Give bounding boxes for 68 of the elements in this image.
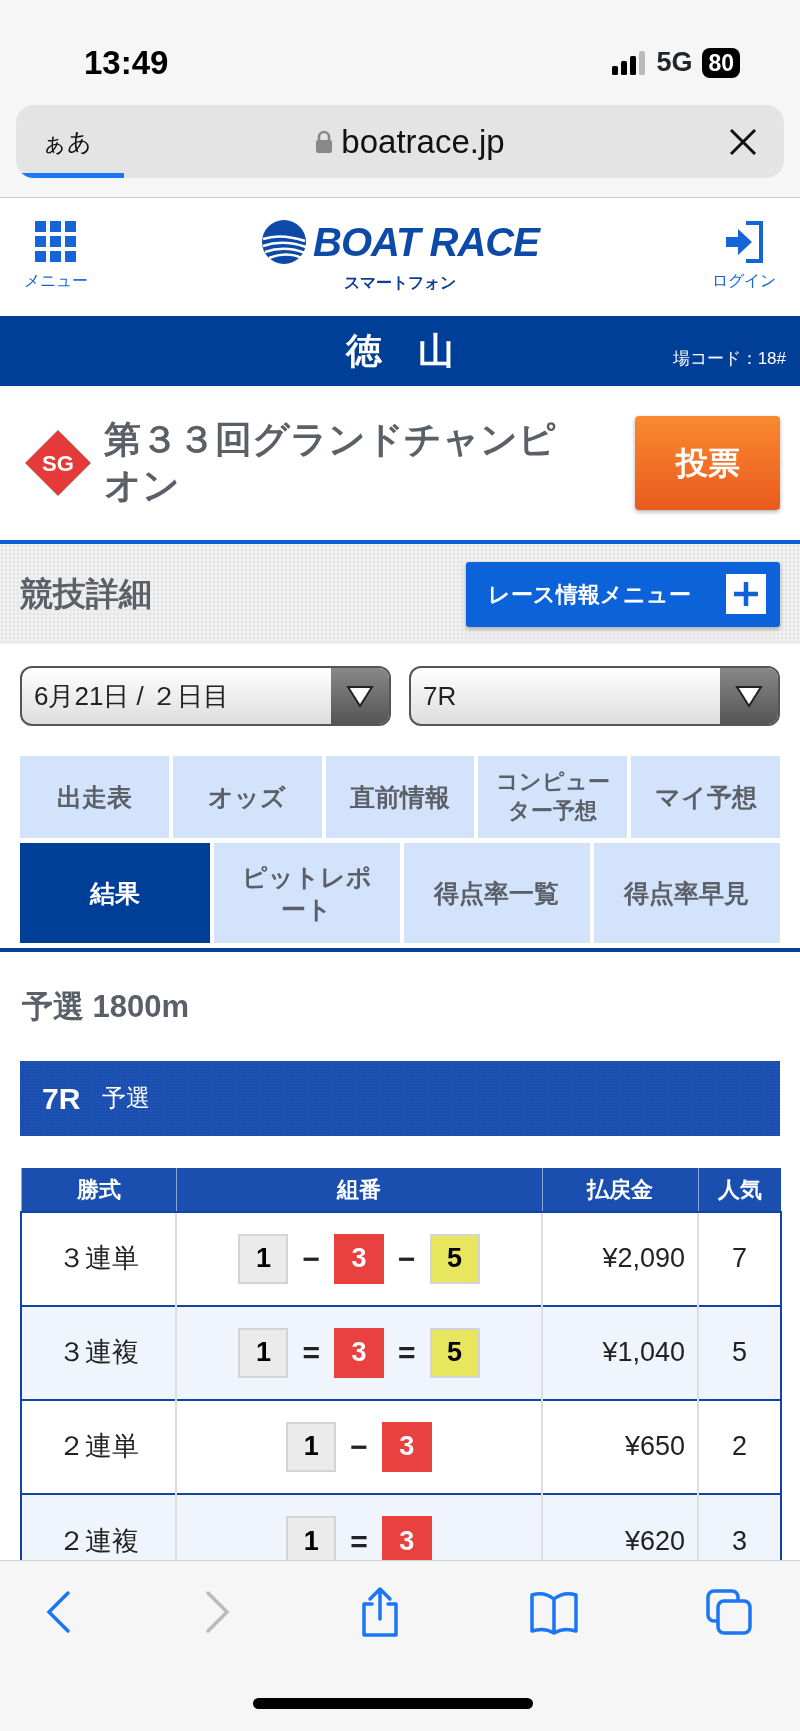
table-cell: 5 [698, 1305, 781, 1400]
nav-tab[interactable]: コンピューター予想 [478, 756, 628, 838]
vote-button[interactable]: 投票 [635, 416, 780, 510]
nav-tab[interactable]: 得点率早見 [593, 843, 780, 943]
race-title: 第３３回グランドチャンピオン [104, 417, 557, 508]
boat-number: 5 [429, 1327, 480, 1378]
race-distance: 予選 1800m [21, 988, 191, 1026]
nav-tab[interactable]: 出走表 [20, 756, 169, 838]
table-cell: ¥1,040 [542, 1305, 698, 1400]
table-cell: ３連複 [21, 1305, 176, 1400]
nav-tab[interactable]: 直前情報 [325, 756, 475, 838]
status-time: 13:49 [84, 42, 169, 83]
race-type: 予選 [102, 1083, 151, 1113]
plus-icon [732, 580, 760, 608]
lock-icon [315, 129, 334, 154]
nav-tab[interactable]: ピットレポート [213, 843, 400, 943]
menu-button[interactable]: メニュー [18, 220, 94, 294]
login-icon [724, 221, 764, 263]
column-header: 人気 [698, 1167, 781, 1212]
separator: − [398, 1241, 416, 1277]
url-text: boatrace.jp [341, 121, 505, 162]
column-header: 組番 [176, 1167, 542, 1212]
boat-number: 3 [334, 1233, 384, 1284]
section-title: 競技詳細 [20, 574, 152, 615]
nav-tab[interactable]: オッズ [172, 756, 322, 838]
boat-number: 1 [238, 1233, 289, 1284]
venue-name: 徳 山 [346, 329, 454, 373]
nav-tab[interactable]: 得点率一覧 [403, 843, 590, 943]
logo-subtitle: スマートフォン [344, 273, 456, 293]
boat-number: 3 [381, 1421, 432, 1472]
close-icon[interactable] [728, 126, 758, 157]
share-icon[interactable] [359, 1586, 401, 1638]
dropdown-select[interactable]: 6月21日 / ２日目 [20, 666, 391, 726]
separator: = [302, 1335, 320, 1371]
menu-icon [35, 221, 77, 263]
column-header: 勝式 [21, 1167, 176, 1212]
boat-number: 1 [286, 1516, 337, 1560]
address-bar[interactable]: ぁあ boatrace.jp [16, 105, 784, 178]
venue-code: 場コード：18# [672, 348, 786, 370]
boat-number: 1 [286, 1421, 337, 1472]
text-size-button[interactable]: ぁあ [42, 123, 92, 160]
separator: = [350, 1523, 368, 1560]
separator: = [398, 1335, 416, 1371]
column-header: 払戻金 [542, 1167, 698, 1212]
separator: − [350, 1429, 368, 1465]
nav-tab[interactable]: 結果 [20, 843, 210, 943]
dropdown-select[interactable]: 7R [409, 666, 780, 726]
race-info-menu-button[interactable]: レース情報メニュー [466, 561, 780, 627]
caret-icon [735, 684, 763, 708]
boat-number: 3 [381, 1516, 432, 1560]
separator: − [302, 1241, 320, 1277]
boat-number: 3 [334, 1327, 384, 1378]
boat-number: 5 [429, 1233, 480, 1284]
logo-text: BOAT RACE [313, 222, 539, 262]
login-button[interactable]: ログイン [706, 220, 782, 294]
grade-badge: SG [22, 427, 94, 499]
book-icon[interactable] [528, 1589, 579, 1635]
signal-icon [612, 50, 647, 75]
table-cell: ２連複 [21, 1493, 176, 1560]
battery-indicator: 80 [702, 47, 740, 78]
table-cell: 3 [698, 1493, 781, 1560]
caret-icon [346, 684, 374, 708]
boat-number: 1 [238, 1327, 289, 1378]
nav-tab[interactable]: マイ予想 [631, 756, 780, 838]
tabs-icon[interactable] [706, 1589, 752, 1635]
race-number: 7R [42, 1080, 81, 1117]
table-cell: ¥620 [542, 1493, 698, 1560]
network-label: 5G [656, 46, 693, 80]
